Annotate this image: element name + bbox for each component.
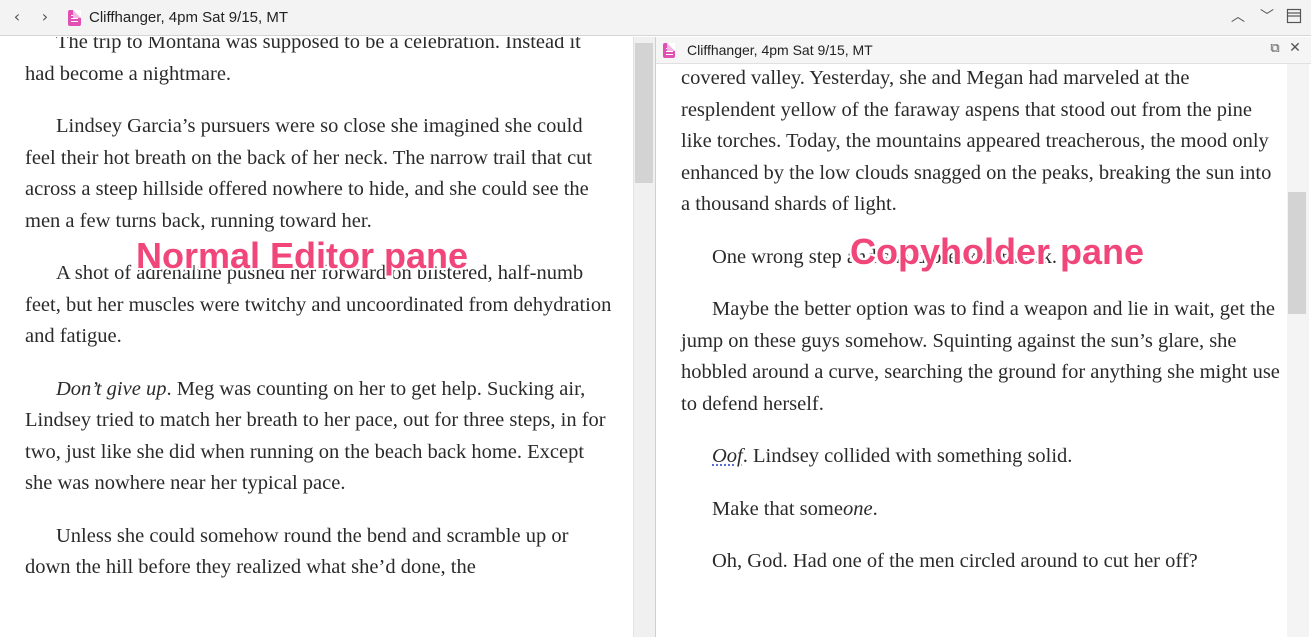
copyholder-paragraph: Oh, God. Had one of the men circled arou… <box>712 550 1198 572</box>
editor-paragraph: The trip to Montana was supposed to be a… <box>25 37 581 85</box>
editor-paragraph: Don’t give up. Meg was counting on her t… <box>25 377 606 495</box>
open-external-icon[interactable]: ⧉ <box>1266 41 1284 56</box>
document-title[interactable]: Cliffhanger, 4pm Sat 9/15, MT <box>89 9 288 26</box>
copyholder-paragraph: Oof. Lindsey collided with something sol… <box>712 445 1073 467</box>
copyholder-paragraph: Maybe the better option was to find a we… <box>681 298 1280 415</box>
annotation-copyholder: Copyholder pane <box>850 231 1145 272</box>
chevron-up-icon[interactable]: ︿ <box>1227 6 1249 26</box>
copyholder-paragraph: covered valley. Yesterday, she and Megan… <box>681 67 1272 215</box>
editor-paragraph: Unless she could somehow round the bend … <box>25 524 569 579</box>
normal-editor-pane[interactable]: The trip to Montana was supposed to be a… <box>0 37 633 637</box>
editor-scrollbar-thumb[interactable] <box>635 43 653 183</box>
copyholder-scrollbar-thumb[interactable] <box>1288 192 1306 314</box>
chevron-down-icon[interactable]: ﹀ <box>1256 6 1278 26</box>
chevron-right-icon[interactable]: › <box>34 6 56 28</box>
close-icon[interactable]: ✕ <box>1286 40 1304 56</box>
editor-paragraph: Lindsey Garcia’s pursuers were so close … <box>25 115 593 232</box>
document-icon <box>68 10 81 26</box>
split-view-icon[interactable] <box>1283 8 1305 26</box>
copyholder-paragraph: Make that someone. <box>712 497 878 520</box>
copyholder-pane[interactable]: Cliffhanger, 4pm Sat 9/15, MT ⧉ ✕ covere… <box>655 37 1311 637</box>
copyholder-title[interactable]: Cliffhanger, 4pm Sat 9/15, MT <box>687 42 873 58</box>
copyholder-text[interactable]: covered valley. Yesterday, she and Megan… <box>681 63 1281 599</box>
editor-scrollbar[interactable] <box>633 37 655 637</box>
editor-text[interactable]: The trip to Montana was supposed to be a… <box>25 37 615 605</box>
annotation-normal-editor: Normal Editor pane <box>136 235 469 276</box>
copyholder-scrollbar[interactable] <box>1287 64 1309 637</box>
document-icon <box>663 43 675 58</box>
editor-header-bar: ‹ › Cliffhanger, 4pm Sat 9/15, MT ︿ ﹀ <box>0 0 1311 36</box>
chevron-left-icon[interactable]: ‹ <box>6 6 28 28</box>
copyholder-header: Cliffhanger, 4pm Sat 9/15, MT ⧉ ✕ <box>656 37 1311 64</box>
